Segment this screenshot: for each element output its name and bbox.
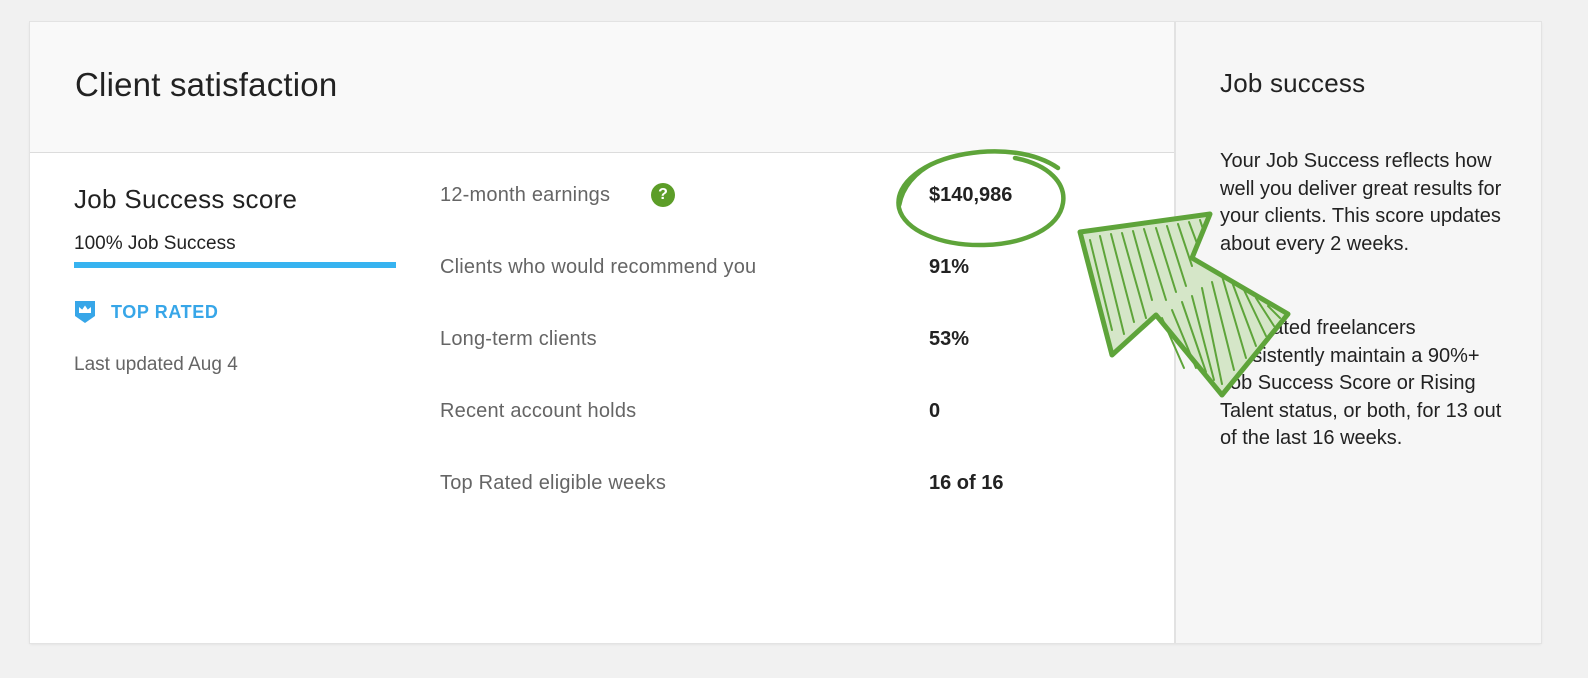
top-rated-label: TOP RATED bbox=[111, 301, 219, 322]
top-rated-badge: TOP RATED bbox=[74, 299, 218, 325]
metric-label: 12-month earnings bbox=[440, 184, 611, 206]
card-header: Client satisfaction bbox=[30, 22, 1175, 153]
job-success-label: 100% Job Success bbox=[74, 233, 236, 254]
help-icon[interactable]: ? bbox=[651, 183, 675, 207]
metric-value: 0 bbox=[929, 400, 941, 422]
client-satisfaction-card: Client satisfaction Job Success score 10… bbox=[30, 22, 1541, 643]
main-column: Client satisfaction Job Success score 10… bbox=[30, 22, 1175, 643]
metric-row-long-term: Long-term clients 53% bbox=[440, 322, 1060, 394]
metric-value: 16 of 16 bbox=[929, 472, 1004, 494]
metric-row-holds: Recent account holds 0 bbox=[440, 394, 1060, 466]
page-title: Client satisfaction bbox=[75, 66, 338, 103]
metrics-list: 12-month earnings ? $140,986 Clients who… bbox=[440, 178, 1060, 538]
metric-row-earnings: 12-month earnings ? $140,986 bbox=[440, 178, 1060, 250]
sidebar-paragraph-2: Top Rated freelancers consistently maint… bbox=[1220, 317, 1502, 450]
job-success-title: Job Success score bbox=[74, 184, 298, 214]
last-updated: Last updated Aug 4 bbox=[74, 354, 238, 375]
metric-value: 91% bbox=[929, 256, 970, 278]
metric-value: 53% bbox=[929, 328, 970, 350]
metric-label: Long-term clients bbox=[440, 328, 597, 350]
metric-label: Recent account holds bbox=[440, 400, 637, 422]
crown-shield-icon bbox=[75, 301, 95, 323]
job-success-sidebar: Job success Your Job Success reflects ho… bbox=[1176, 22, 1541, 643]
metric-value: $140,986 bbox=[929, 184, 1013, 206]
job-success-progress-bar bbox=[74, 262, 396, 268]
sidebar-paragraph-1: Your Job Success reflects how well you d… bbox=[1220, 150, 1502, 255]
job-success-progress-fill bbox=[74, 262, 396, 268]
metric-row-eligible-weeks: Top Rated eligible weeks 16 of 16 bbox=[440, 466, 1060, 538]
metric-label: Top Rated eligible weeks bbox=[440, 472, 667, 494]
metric-label: Clients who would recommend you bbox=[440, 256, 757, 278]
sidebar-title: Job success bbox=[1220, 68, 1366, 98]
metric-row-recommend: Clients who would recommend you 91% bbox=[440, 250, 1060, 322]
